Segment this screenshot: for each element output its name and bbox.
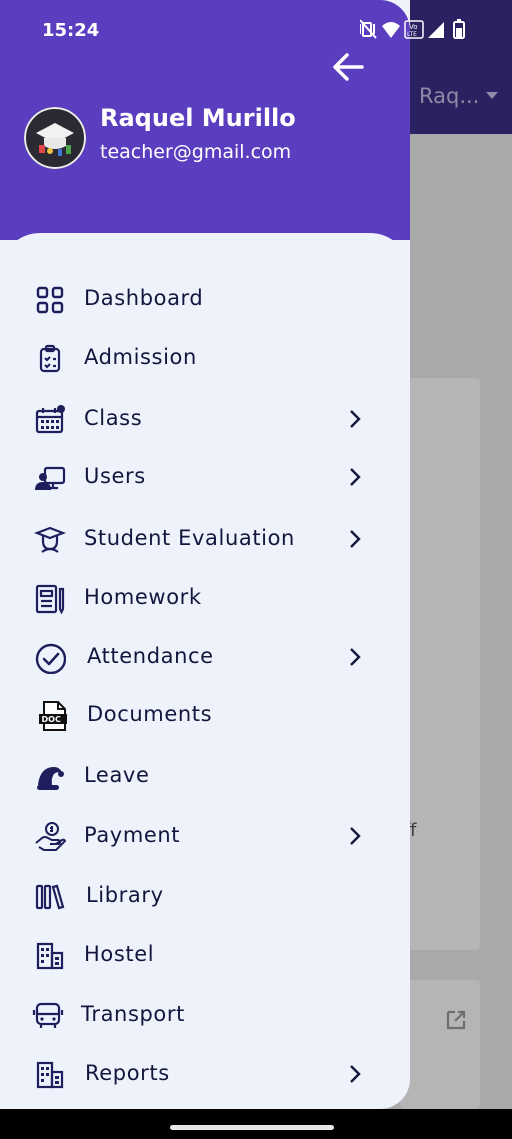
menu-label: Admission [84,345,197,369]
avatar[interactable] [24,107,86,169]
homework-icon [35,584,65,615]
chevron-right-icon [350,1065,361,1083]
menu-item-class[interactable]: Class [0,392,410,444]
menu-item-attendance[interactable]: Attendance [0,630,410,682]
status-time: 15:24 [42,20,100,41]
menu-item-reports[interactable]: Reports [0,1047,410,1099]
chevron-right-icon [350,468,361,486]
user-email: teacher@gmail.com [100,141,292,163]
dropdown-caret-icon[interactable] [486,92,498,99]
menu-label: Reports [85,1061,170,1085]
external-link-icon[interactable] [444,1008,468,1032]
menu-item-admission[interactable]: Admission [0,331,410,383]
menu-item-library[interactable]: Library [0,869,410,921]
navigation-drawer: Raquel Murillo teacher@gmail.com Dashboa… [0,0,410,1109]
bus-icon [32,1002,64,1028]
graduate-icon [34,526,66,553]
menu-item-payment[interactable]: Payment [0,809,410,861]
chevron-right-icon [350,410,361,428]
reports-icon [36,1061,64,1089]
menu-label: Leave [84,763,150,787]
menu-item-student-evaluation[interactable]: Student Evaluation [0,512,410,564]
menu-label: Documents [87,702,213,726]
menu-label: Dashboard [84,286,204,310]
menu-label: Student Evaluation [84,526,295,550]
chevron-right-icon [350,530,361,548]
menu-label: Attendance [87,644,214,668]
doc-file-icon: DOC [39,701,67,731]
hostel-icon [36,942,64,970]
menu-label: Transport [81,1002,185,1026]
clipboard-icon [39,344,61,373]
status-bar: 15:24 Vo LTE [0,0,512,60]
menu-item-homework[interactable]: Homework [0,571,410,623]
vibrate-off-icon [360,19,377,39]
menu-item-transport[interactable]: Transport [0,988,410,1040]
battery-icon [453,19,465,39]
user-name: Raquel Murillo [100,104,296,132]
home-gesture-handle[interactable] [170,1125,334,1130]
wifi-icon [382,22,400,38]
menu-label: Library [86,883,164,907]
menu-item-dashboard[interactable]: Dashboard [0,272,410,324]
menu-label: Class [84,406,143,430]
menu-label: Homework [84,585,202,609]
users-icon [35,466,66,490]
background-user-name[interactable]: Raq... [419,84,479,108]
calendar-icon [35,405,65,434]
menu-label: Hostel [84,942,155,966]
svg-text:LTE: LTE [407,31,417,38]
status-icons: Vo LTE [360,19,465,39]
signal-icon [428,22,444,38]
library-icon [35,884,65,910]
chevron-right-icon [350,827,361,845]
graduation-avatar-icon [24,107,86,169]
menu-item-hostel[interactable]: Hostel [0,928,410,980]
svg-text:Vo: Vo [409,23,418,31]
menu-item-documents[interactable]: DOC Documents [0,688,410,740]
background-card [400,378,480,950]
menu-label: Payment [84,823,181,847]
leave-icon [37,767,64,790]
menu-item-leave[interactable]: Leave [0,749,410,801]
svg-text:DOC: DOC [42,715,61,724]
dashboard-icon [36,286,64,314]
system-navigation-bar [0,1109,512,1139]
payment-icon [35,822,66,851]
check-circle-icon [35,643,66,674]
background-card [400,980,480,1109]
menu-item-users[interactable]: Users [0,450,410,502]
menu-label: Users [84,464,146,488]
chevron-right-icon [350,648,361,666]
